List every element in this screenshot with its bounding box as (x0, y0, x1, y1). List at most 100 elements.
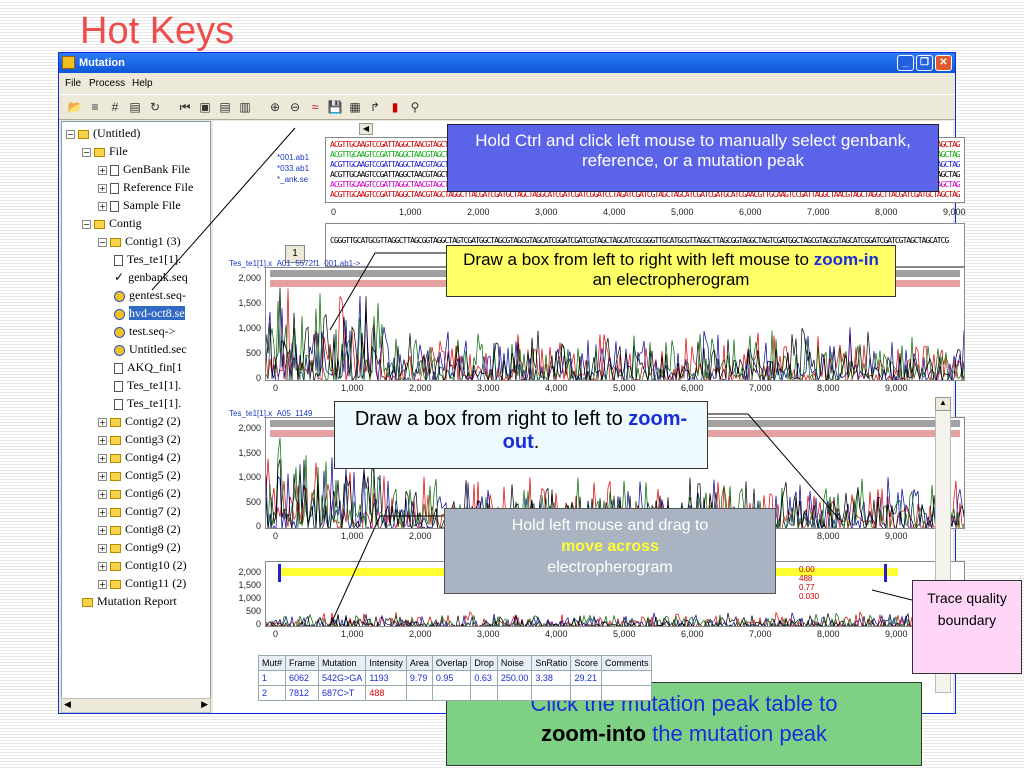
tree-node[interactable]: − Contig1 (3) (98, 232, 181, 250)
table-row[interactable]: 1 6062 542G>GA 1193 9.79 0.95 0.63 250.00 3.38 29… (257, 670, 653, 686)
first-icon[interactable]: ⏮ (177, 99, 193, 115)
tree-node[interactable]: + Contig7 (2) (98, 502, 181, 520)
open-icon[interactable]: 📂 (67, 99, 83, 115)
window-titlebar[interactable]: Mutation _ ❐ ✕ (59, 53, 955, 73)
scroll-up-icon[interactable]: ▲ (935, 397, 951, 411)
tree-node[interactable]: Tes_te1[1]. (114, 250, 181, 268)
expand-icon[interactable]: + (98, 507, 107, 517)
table-header-cell[interactable]: Drop (470, 655, 498, 671)
tree-node[interactable]: − (Untitled) (66, 124, 140, 142)
tree-node[interactable]: Tes_te1[1]. (114, 376, 181, 394)
save-icon[interactable]: 💾 (327, 99, 343, 115)
expand-icon[interactable]: + (98, 579, 107, 589)
tree-scrollbar[interactable]: ◀ ▶ (61, 698, 211, 713)
expand-icon[interactable]: + (98, 471, 107, 481)
expand-icon[interactable]: + (98, 453, 107, 463)
tree-node[interactable]: + Contig3 (2) (98, 430, 181, 448)
table-cell[interactable] (405, 685, 433, 701)
table-cell[interactable]: 1193 (365, 670, 407, 686)
tree-node[interactable]: gentest.seq- (114, 286, 186, 304)
table-cell[interactable]: 250.00 (496, 670, 533, 686)
tree-node[interactable]: + Contig2 (2) (98, 412, 181, 430)
zoom-in-icon[interactable]: ⊕ (267, 99, 283, 115)
tree-node[interactable]: + Sample File (98, 196, 181, 214)
menu-help[interactable]: Help (132, 78, 153, 89)
collapse-icon[interactable]: − (82, 147, 91, 157)
bar-chart-icon[interactable]: ▮ (387, 99, 403, 115)
align-icon[interactable]: ≡ (87, 99, 103, 115)
expand-icon[interactable]: + (98, 435, 107, 445)
table-header-cell[interactable]: Score (570, 655, 602, 671)
grid-icon[interactable]: # (107, 99, 123, 115)
menu-process[interactable]: Process (89, 78, 125, 89)
panel2-icon[interactable]: ▤ (217, 99, 233, 115)
scroll-right-icon[interactable]: ▶ (201, 699, 208, 710)
table-cell[interactable]: 542G>GA (318, 670, 367, 686)
trace-icon[interactable]: ≈ (307, 99, 323, 115)
table-cell[interactable] (600, 685, 653, 701)
collapse-icon[interactable]: − (98, 237, 107, 247)
tree-node[interactable]: + Contig6 (2) (98, 484, 181, 502)
tree-node[interactable]: ✓ genbank.seq (114, 268, 188, 286)
tree-node[interactable]: + Contig4 (2) (98, 448, 181, 466)
tree-node[interactable]: + Contig11 (2) (98, 574, 186, 592)
expand-icon[interactable]: + (98, 417, 107, 427)
expand-icon[interactable]: + (98, 561, 107, 571)
table-cell[interactable] (496, 685, 533, 701)
table-cell[interactable] (600, 670, 653, 686)
mutation-table[interactable]: Mut# Frame Mutation Intensity Area Overlap Dro… (257, 655, 653, 701)
export-icon[interactable]: ↱ (367, 99, 383, 115)
table-cell[interactable]: 0.95 (431, 670, 472, 686)
table-header-cell[interactable]: Frame (285, 655, 320, 671)
expand-icon[interactable]: + (98, 525, 107, 535)
table-cell[interactable] (531, 685, 572, 701)
binoculars-icon[interactable]: ⚲ (407, 99, 423, 115)
tree-node[interactable]: + Reference File (98, 178, 193, 196)
table-cell[interactable]: 29.21 (570, 670, 602, 686)
table-row[interactable]: 2 7812 687C>T 488 (257, 685, 653, 701)
table-cell[interactable]: 488 (365, 685, 407, 701)
table-header-cell[interactable]: Mutation (318, 655, 367, 671)
expand-icon[interactable]: + (98, 183, 107, 193)
table-cell[interactable]: 3.38 (531, 670, 572, 686)
tree-node[interactable]: + Contig8 (2) (98, 520, 181, 538)
tree-node[interactable]: Untitled.sec (114, 340, 187, 358)
tree-node[interactable]: Tes_te1[1]. (114, 394, 181, 412)
scroll-left-button[interactable]: ◀ (359, 123, 373, 135)
table-header-cell[interactable]: Comments (600, 655, 653, 671)
tree-node[interactable]: − File (82, 142, 128, 160)
quality-boundary-marker[interactable] (884, 564, 887, 582)
tree-node[interactable]: Mutation Report (82, 592, 177, 610)
table-cell[interactable]: 6062 (285, 670, 320, 686)
tree-node[interactable]: hvd-oct8.se (114, 304, 185, 322)
tree-node[interactable]: − Contig (82, 214, 142, 232)
table-cell[interactable]: 0.63 (470, 670, 498, 686)
collapse-icon[interactable]: − (82, 219, 91, 229)
table-cell[interactable]: 1 (257, 670, 287, 686)
table-icon[interactable]: ▦ (347, 99, 363, 115)
table-cell[interactable] (470, 685, 498, 701)
tree-node[interactable]: AKQ_fin[1 (114, 358, 182, 376)
table-cell[interactable]: 7812 (285, 685, 320, 701)
panel1-icon[interactable]: ▣ (197, 99, 213, 115)
expand-icon[interactable]: + (98, 489, 107, 499)
collapse-icon[interactable]: − (66, 129, 75, 139)
refresh-icon[interactable]: ↻ (147, 99, 163, 115)
copy-icon[interactable]: ▤ (127, 99, 143, 115)
tree-node[interactable]: + GenBank File (98, 160, 190, 178)
table-header-cell[interactable]: Mut# (257, 655, 287, 671)
table-header-cell[interactable]: Overlap (431, 655, 472, 671)
tree-node[interactable]: + Contig5 (2) (98, 466, 181, 484)
expand-icon[interactable]: + (98, 165, 107, 175)
expand-icon[interactable]: + (98, 543, 107, 553)
panel3-icon[interactable]: ▥ (237, 99, 253, 115)
table-cell[interactable]: 2 (257, 685, 287, 701)
tree-node[interactable]: + Contig9 (2) (98, 538, 181, 556)
table-cell[interactable]: 9.79 (405, 670, 433, 686)
tree-node[interactable]: + Contig10 (2) (98, 556, 187, 574)
table-header-cell[interactable]: Area (405, 655, 433, 671)
table-header-cell[interactable]: Noise (496, 655, 533, 671)
zoom-out-icon[interactable]: ⊖ (287, 99, 303, 115)
restore-button[interactable]: ❐ (916, 55, 933, 71)
table-header-cell[interactable]: Intensity (365, 655, 407, 671)
